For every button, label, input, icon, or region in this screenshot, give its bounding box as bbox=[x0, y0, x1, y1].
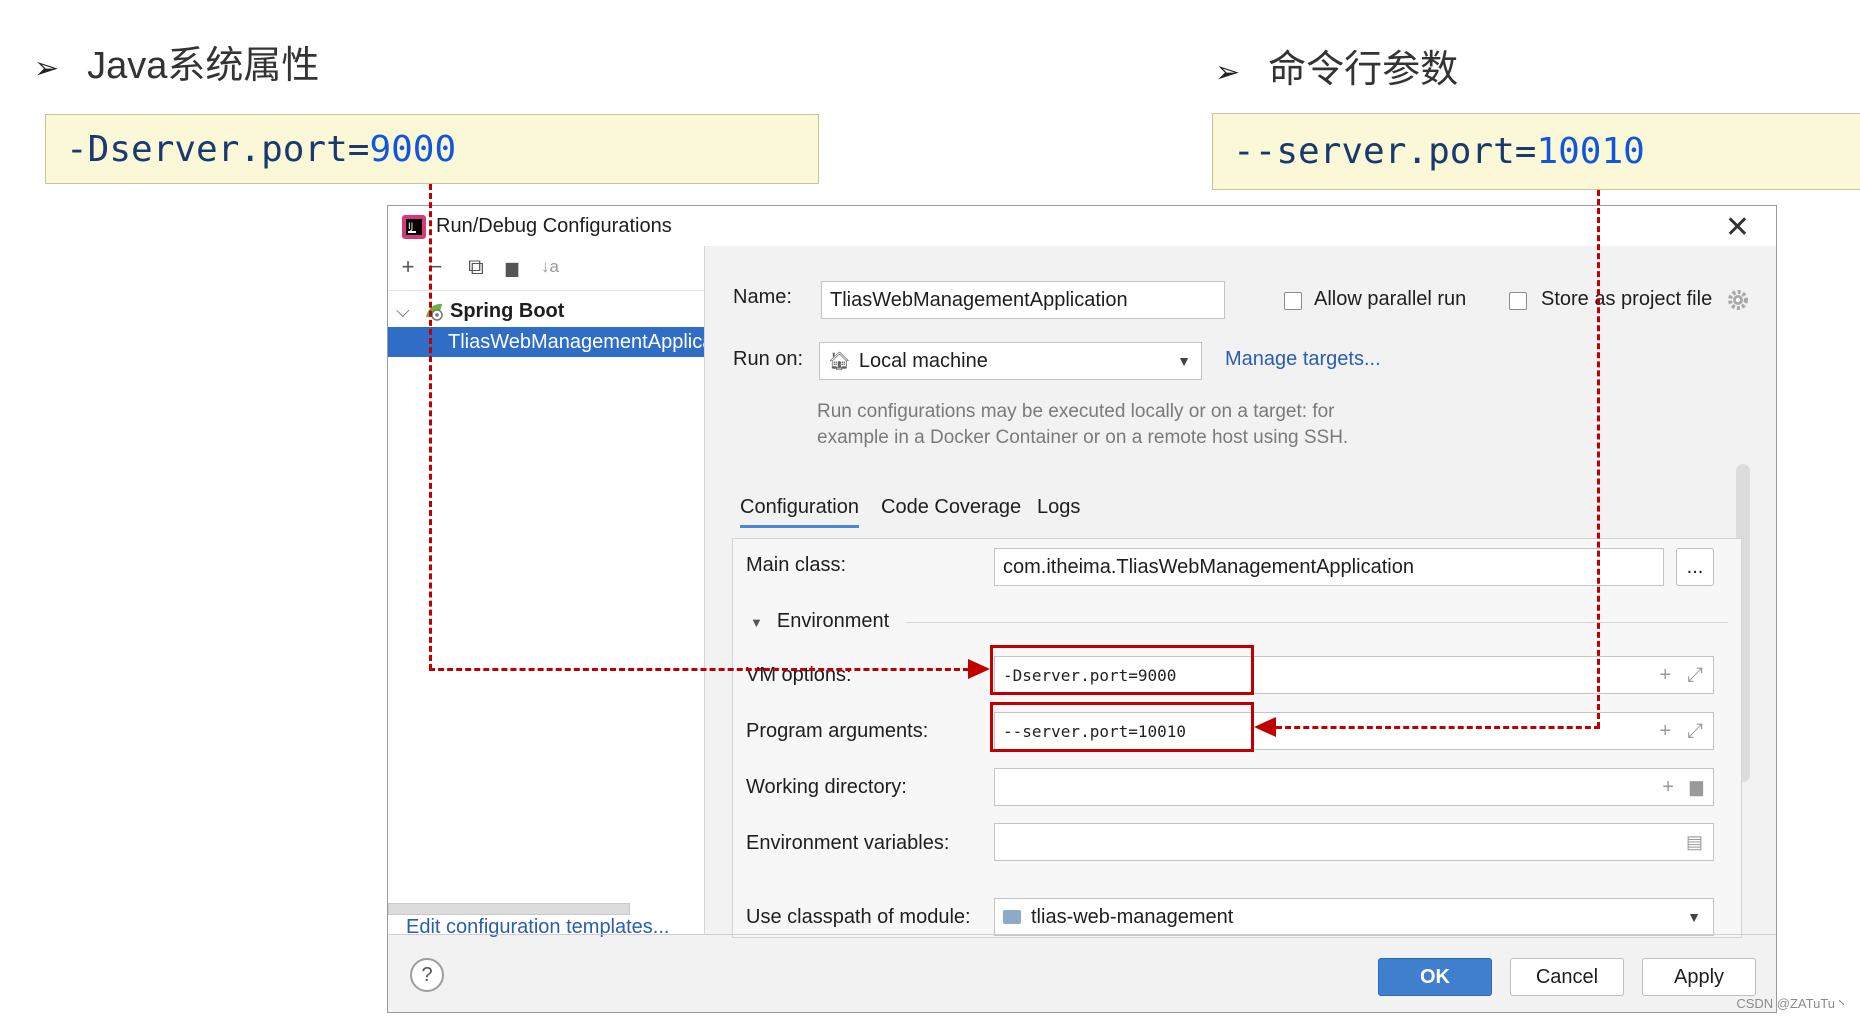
allow-parallel-checkbox[interactable] bbox=[1284, 292, 1302, 310]
bullet-icon: ➢ bbox=[1215, 56, 1241, 89]
run-on-select[interactable]: 🏠︎ Local machine ▼ bbox=[819, 342, 1202, 380]
document-icon[interactable]: ▤ bbox=[1686, 832, 1703, 853]
plus-icon[interactable]: + bbox=[1659, 720, 1671, 743]
footer-divider bbox=[388, 934, 1776, 935]
allow-parallel-label[interactable]: Allow parallel run bbox=[1314, 288, 1466, 311]
environment-label: Environment bbox=[776, 610, 890, 632]
left-heading-text: Java系统属性 bbox=[87, 45, 320, 87]
tree-horizontal-scrollbar[interactable] bbox=[388, 903, 630, 915]
chevron-down-icon: ▼ bbox=[1177, 353, 1191, 369]
hint-line-1: Run configurations may be executed local… bbox=[817, 401, 1335, 422]
tree-item-label: TliasWebManagementApplication bbox=[448, 330, 704, 353]
close-icon[interactable]: ✕ bbox=[1725, 210, 1750, 245]
tree-group-spring-boot[interactable]: ⌵ Spring Boot bbox=[388, 296, 704, 326]
configurations-tree-pane: + − ⧉ ▆ ↓a ⌵ Spring Boot TliasWebManagem… bbox=[388, 246, 705, 938]
ok-button[interactable]: OK bbox=[1378, 958, 1492, 996]
classpath-module-value: tlias-web-management bbox=[1031, 905, 1234, 928]
right-code-box: --server.port= 10010 bbox=[1212, 113, 1860, 190]
triangle-down-icon: ▼ bbox=[750, 615, 763, 630]
name-field[interactable]: TliasWebManagementApplication bbox=[821, 281, 1225, 319]
vm-options-highlight bbox=[990, 645, 1254, 695]
dialog-title: Run/Debug Configurations bbox=[436, 215, 672, 237]
environment-variables-label: Environment variables: bbox=[746, 832, 950, 854]
folder-icon[interactable]: ▆ bbox=[1690, 777, 1703, 797]
module-icon bbox=[1003, 910, 1021, 924]
run-on-hint: Run configurations may be executed local… bbox=[817, 399, 1348, 451]
manage-targets-link[interactable]: Manage targets... bbox=[1225, 348, 1381, 371]
sort-icon[interactable]: ↓a bbox=[536, 257, 564, 277]
watermark: CSDN @ZATuTu丶 bbox=[1736, 996, 1848, 1011]
bullet-icon: ➢ bbox=[34, 52, 60, 85]
arrow-left-icon bbox=[1254, 717, 1276, 737]
working-directory-field[interactable]: + ▆ bbox=[994, 768, 1714, 806]
environment-section[interactable]: ▼ Environment bbox=[750, 610, 889, 633]
right-annotation-line bbox=[1597, 190, 1600, 728]
chevron-down-icon[interactable]: ⌵ bbox=[396, 301, 418, 322]
browse-button[interactable]: ... bbox=[1676, 548, 1714, 586]
program-arguments-label: Program arguments: bbox=[746, 720, 929, 742]
tree-group-label: Spring Boot bbox=[450, 299, 565, 322]
main-class-label: Main class: bbox=[746, 554, 847, 576]
left-code-box: -Dserver.port= 9000 bbox=[45, 114, 819, 184]
dialog-titlebar: IJ Run/Debug Configurations ✕ bbox=[388, 206, 1776, 246]
intellij-icon: IJ bbox=[402, 215, 426, 239]
store-project-file-checkbox[interactable] bbox=[1509, 292, 1527, 310]
right-heading: ➢ 命令行参数 bbox=[1215, 38, 1458, 93]
right-code-value: 10010 bbox=[1536, 131, 1645, 172]
copy-icon[interactable]: ⧉ bbox=[462, 254, 490, 280]
left-code-prefix: -Dserver.port= bbox=[66, 128, 370, 170]
environment-variables-field[interactable]: ▤ bbox=[994, 823, 1714, 861]
left-annotation-line bbox=[429, 668, 969, 671]
expand-icon[interactable]: ⤢ bbox=[1687, 720, 1703, 743]
help-icon[interactable]: ? bbox=[410, 958, 444, 992]
remove-icon[interactable]: − bbox=[422, 254, 450, 280]
left-code-value: 9000 bbox=[369, 128, 457, 170]
spring-boot-icon bbox=[426, 303, 443, 321]
classpath-module-select[interactable]: tlias-web-management ▼ bbox=[994, 898, 1714, 936]
working-directory-label: Working directory: bbox=[746, 776, 907, 798]
cancel-button[interactable]: Cancel bbox=[1510, 958, 1624, 996]
folder-icon[interactable]: ▆ bbox=[498, 258, 526, 278]
right-code-prefix: --server.port= bbox=[1233, 131, 1537, 172]
svg-text:IJ: IJ bbox=[408, 222, 413, 232]
apply-button[interactable]: Apply bbox=[1642, 958, 1756, 996]
edit-configuration-templates-link[interactable]: Edit configuration templates... bbox=[406, 916, 669, 939]
program-arguments-highlight bbox=[990, 702, 1254, 752]
plus-icon[interactable]: + bbox=[1659, 664, 1671, 687]
environment-divider bbox=[906, 622, 1728, 623]
arrow-right-icon bbox=[968, 659, 990, 679]
home-icon: 🏠︎ bbox=[828, 350, 851, 371]
main-class-field[interactable]: com.itheima.TliasWebManagementApplicatio… bbox=[994, 548, 1664, 586]
expand-icon[interactable]: ⤢ bbox=[1687, 664, 1703, 687]
tab-configuration[interactable]: Configuration bbox=[740, 496, 859, 528]
right-heading-text: 命令行参数 bbox=[1268, 49, 1459, 91]
gear-icon[interactable] bbox=[1726, 288, 1750, 312]
classpath-module-label: Use classpath of module: bbox=[746, 906, 971, 928]
left-annotation-line bbox=[429, 184, 432, 670]
run-on-label: Run on: bbox=[733, 348, 804, 370]
tab-code-coverage[interactable]: Code Coverage bbox=[881, 496, 1021, 519]
run-on-value: Local machine bbox=[858, 349, 988, 372]
store-project-file-label[interactable]: Store as project file bbox=[1541, 288, 1712, 311]
add-icon[interactable]: + bbox=[394, 254, 422, 280]
left-heading: ➢ Java系统属性 bbox=[34, 34, 319, 89]
plus-icon[interactable]: + bbox=[1662, 776, 1674, 799]
tree-item-tlias-app[interactable]: TliasWebManagementApplication bbox=[388, 327, 704, 357]
toolbar-divider bbox=[388, 290, 704, 291]
chevron-down-icon: ▼ bbox=[1687, 909, 1701, 925]
right-annotation-line bbox=[1276, 726, 1600, 729]
name-label: Name: bbox=[733, 286, 792, 308]
tab-logs[interactable]: Logs bbox=[1037, 496, 1080, 519]
hint-line-2: example in a Docker Container or on a re… bbox=[817, 427, 1349, 448]
run-debug-dialog: IJ Run/Debug Configurations ✕ + − ⧉ ▆ ↓a… bbox=[387, 205, 1777, 1013]
